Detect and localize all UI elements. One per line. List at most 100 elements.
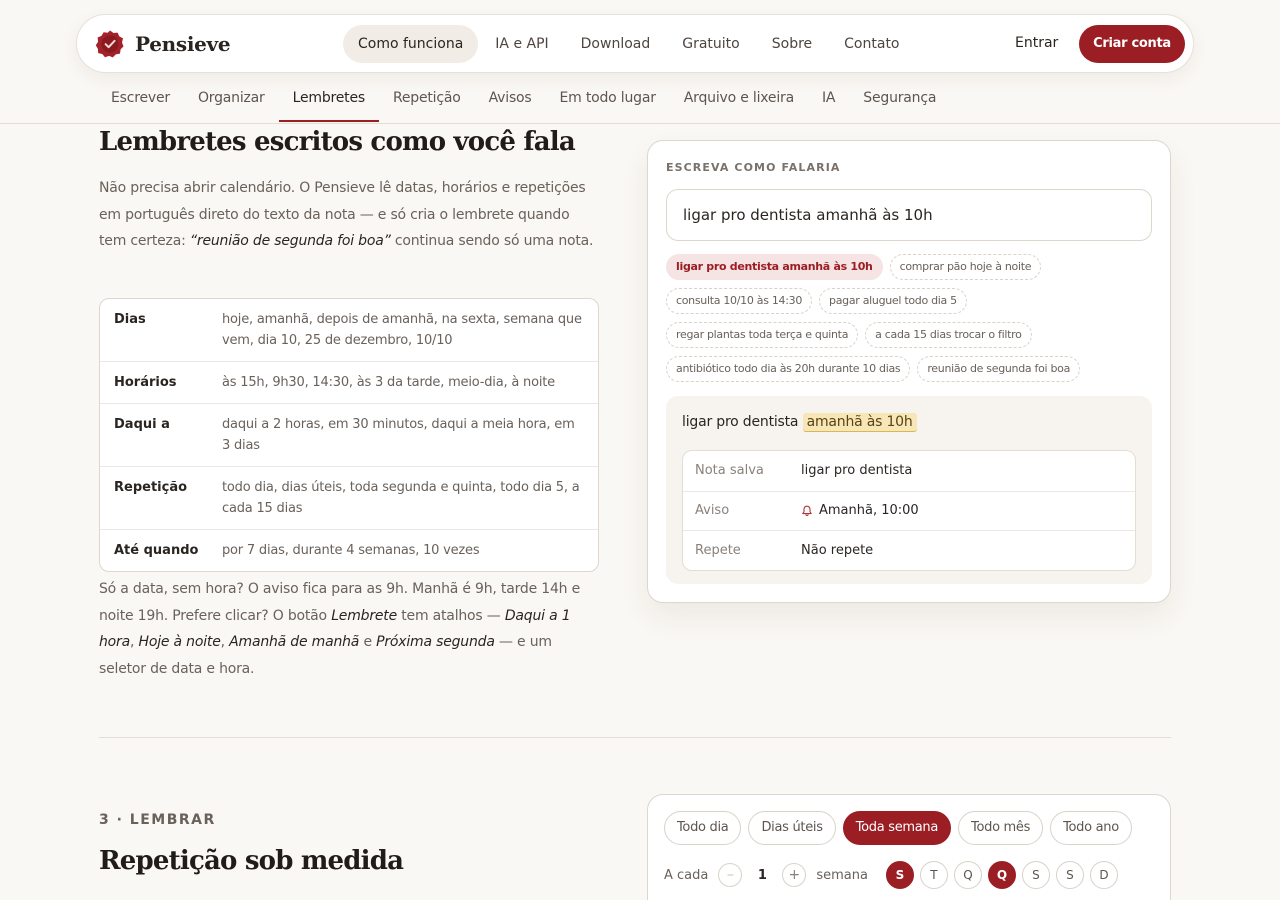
- frequency-option[interactable]: Todo ano: [1050, 811, 1132, 845]
- menu-item-gratuito[interactable]: Gratuito: [667, 25, 755, 63]
- parse-result-table: Nota salva ligar pro dentista Aviso Aman…: [682, 450, 1136, 571]
- tab-escrever[interactable]: Escrever: [97, 78, 184, 122]
- row-key: Repetição: [114, 480, 188, 495]
- repeat-section-title: Repetição sob medida: [99, 846, 404, 876]
- weekday-toggle[interactable]: S: [1055, 861, 1084, 889]
- section-divider: [99, 737, 1171, 738]
- example-chip[interactable]: a cada 15 dias trocar o filtro: [865, 322, 1032, 348]
- menu-item-como-funciona[interactable]: Como funciona: [343, 25, 479, 63]
- menu-item-download[interactable]: Download: [566, 25, 666, 63]
- row-value: por 7 dias, durante 4 semanas, 10 vezes: [222, 543, 480, 558]
- weekday-toggle[interactable]: D: [1089, 861, 1118, 889]
- chip-row: ligar pro dentista amanhã às 10h comprar…: [666, 254, 1156, 280]
- example-chips: ligar pro dentista amanhã às 10h comprar…: [666, 254, 1156, 390]
- result-key: Nota salva: [695, 463, 764, 479]
- result-row: Aviso Amanhã, 10:00: [683, 490, 1135, 531]
- chip-row: regar plantas toda terça e quinta a cada…: [666, 322, 1156, 348]
- example-chip[interactable]: comprar pão hoje à noite: [889, 254, 1042, 280]
- lead-quote: “reunião de segunda foi boa”: [189, 233, 391, 249]
- top-navigation: Pensieve Como funciona IA e API Download…: [76, 14, 1194, 73]
- demo-label: ESCREVA COMO FALARIA: [666, 161, 841, 174]
- example-chip[interactable]: ligar pro dentista amanhã às 10h: [666, 254, 883, 280]
- tab-em-todo-lugar[interactable]: Em todo lugar: [546, 78, 670, 122]
- interval-controls: A cada – 1 + semana S T Q Q S S D: [664, 861, 1124, 889]
- footnote-em-1: Lembrete: [331, 607, 397, 624]
- weekday-toggle[interactable]: S: [1021, 861, 1050, 889]
- footnote-text-3: ,: [129, 634, 139, 650]
- tab-arquivo-e-lixeira[interactable]: Arquivo e lixeira: [670, 78, 808, 122]
- result-value-text: ligar pro dentista: [801, 463, 913, 479]
- result-value-text: Amanhã, 10:00: [819, 503, 919, 519]
- weekday-toggle[interactable]: Q: [987, 861, 1016, 889]
- brand-name: Pensieve: [135, 32, 231, 56]
- parse-preview: ligar pro dentista amanhã às 10h Nota sa…: [666, 396, 1152, 584]
- tab-seguranca[interactable]: Segurança: [849, 78, 950, 122]
- chip-row: antibiótico todo dia às 20h durante 10 d…: [666, 356, 1156, 382]
- lead-text-2: continua sendo só uma nota.: [390, 233, 594, 249]
- menu-item-contato[interactable]: Contato: [829, 25, 914, 63]
- tab-repeticao[interactable]: Repetição: [379, 78, 475, 122]
- decrement-button[interactable]: –: [718, 863, 743, 887]
- table-row: Dias hoje, amanhã, depois de amanhã, na …: [100, 299, 598, 361]
- parsed-date-highlight: amanhã às 10h: [802, 413, 917, 432]
- reminder-demo-card: ESCREVA COMO FALARIA ligar pro dentista …: [647, 140, 1171, 603]
- result-key: Aviso: [695, 503, 730, 519]
- result-row: Nota salva ligar pro dentista: [683, 451, 1135, 491]
- brand-logo-link[interactable]: Pensieve: [95, 29, 231, 59]
- footnote-text-4: ,: [220, 634, 230, 650]
- weekday-toggle[interactable]: Q: [953, 861, 982, 889]
- tab-ia[interactable]: IA: [808, 78, 849, 122]
- result-key: Repete: [695, 542, 741, 558]
- example-chip[interactable]: reunião de segunda foi boa: [917, 356, 1081, 382]
- syntax-reference-table: Dias hoje, amanhã, depois de amanhã, na …: [99, 298, 599, 572]
- subnav-divider: [0, 123, 1280, 124]
- repeat-config-card: Todo dia Dias úteis Toda semana Todo mês…: [647, 794, 1171, 900]
- frequency-option[interactable]: Todo mês: [958, 811, 1044, 845]
- frequency-option[interactable]: Dias úteis: [748, 811, 836, 845]
- main-menu: Como funciona IA e API Download Gratuito…: [343, 25, 917, 63]
- table-row: Horários às 15h, 9h30, 14:30, às 3 da ta…: [100, 361, 598, 403]
- row-value: daqui a 2 horas, em 30 minutos, daqui a …: [222, 417, 575, 453]
- table-row: Até quando por 7 dias, durante 4 semanas…: [100, 529, 598, 571]
- result-row: Repete Não repete: [683, 530, 1135, 570]
- section-kicker: 3 · LEMBRAR: [99, 812, 216, 828]
- parsed-text: ligar pro dentista amanhã às 10h: [682, 413, 917, 432]
- tab-lembretes[interactable]: Lembretes: [278, 78, 379, 122]
- section-tabs: Escrever Organizar Lembretes Repetição A…: [97, 78, 950, 122]
- menu-item-ia-e-api[interactable]: IA e API: [480, 25, 563, 63]
- tab-organizar[interactable]: Organizar: [184, 78, 279, 122]
- table-row: Daqui a daqui a 2 horas, em 30 minutos, …: [100, 403, 598, 466]
- row-value: às 15h, 9h30, 14:30, às 3 da tarde, meio…: [222, 375, 555, 390]
- example-chip[interactable]: pagar aluguel todo dia 5: [819, 288, 967, 314]
- chip-row: consulta 10/10 às 14:30 pagar aluguel to…: [666, 288, 1156, 314]
- frequency-option-selected[interactable]: Toda semana: [842, 811, 952, 845]
- frequency-options: Todo dia Dias úteis Toda semana Todo mês…: [664, 811, 1139, 845]
- increment-button[interactable]: +: [782, 863, 807, 887]
- frequency-option[interactable]: Todo dia: [664, 811, 742, 845]
- login-link[interactable]: Entrar: [1015, 35, 1058, 51]
- row-key: Até quando: [114, 543, 199, 558]
- weekday-toggle[interactable]: T: [919, 861, 948, 889]
- footnote-em-5: Próxima segunda: [376, 634, 495, 650]
- interval-label: A cada: [664, 867, 709, 883]
- weekday-toggle[interactable]: S: [885, 861, 914, 889]
- row-value: todo dia, dias úteis, toda segunda e qui…: [222, 480, 580, 516]
- menu-item-sobre[interactable]: Sobre: [757, 25, 827, 63]
- result-value: Amanhã, 10:00: [801, 503, 919, 518]
- section-footnote: Só a data, sem hora? O aviso fica para a…: [99, 576, 599, 682]
- example-chip[interactable]: consulta 10/10 às 14:30: [666, 288, 813, 314]
- tab-avisos[interactable]: Avisos: [475, 78, 546, 122]
- example-chip[interactable]: antibiótico todo dia às 20h durante 10 d…: [666, 356, 911, 382]
- signup-button[interactable]: Criar conta: [1079, 25, 1185, 63]
- row-key: Dias: [114, 312, 146, 327]
- section-title: Lembretes escritos como você fala: [99, 127, 576, 157]
- table-row: Repetição todo dia, dias úteis, toda seg…: [100, 466, 598, 529]
- result-value: Não repete: [801, 543, 873, 558]
- result-value-text: Não repete: [801, 542, 874, 558]
- footnote-em-4: Amanhã de manhã: [229, 634, 360, 650]
- example-chip[interactable]: regar plantas toda terça e quinta: [666, 322, 859, 348]
- demo-input[interactable]: [666, 189, 1152, 241]
- interval-unit: semana: [816, 867, 868, 883]
- footnote-em-3: Hoje à noite: [138, 634, 221, 650]
- wax-seal-icon: [95, 30, 124, 58]
